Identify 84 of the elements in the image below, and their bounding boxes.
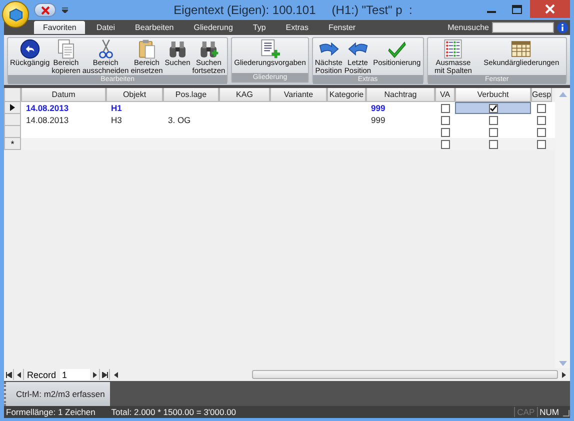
column-header[interactable]: Nachtrag — [366, 88, 435, 102]
checkbox[interactable] — [440, 140, 450, 148]
resize-grip-icon — [561, 408, 570, 416]
column-header[interactable]: Variante — [270, 88, 327, 102]
table-cell: 14.08.2013 — [26, 115, 69, 125]
table-cell: 3. OG — [168, 115, 191, 125]
right-arrow-icon — [319, 42, 338, 56]
checkbox[interactable] — [537, 116, 546, 124]
command-button[interactable]: Ctrl-M: m2/m3 erfassen — [4, 382, 110, 406]
scroll-right-icon[interactable] — [562, 372, 566, 378]
dropdown-icon[interactable] — [62, 7, 68, 13]
search-field[interactable] — [492, 22, 554, 32]
row-selector-header — [4, 88, 21, 102]
table-cell: 14.08.2013 — [26, 103, 69, 113]
info-icon[interactable] — [557, 22, 568, 32]
binoculars-plus-icon — [200, 42, 219, 58]
menu-tab[interactable]: Gliederung — [184, 21, 242, 34]
checkbox[interactable] — [440, 116, 450, 124]
checkbox[interactable] — [488, 104, 498, 112]
column-list-icon — [444, 39, 462, 59]
window-title: Eigentext (Eigen): 100.101 — [174, 3, 316, 17]
column-header[interactable]: Verbucht — [455, 88, 531, 102]
list-plus-icon — [261, 39, 282, 59]
checkbox[interactable] — [537, 104, 546, 112]
column-header[interactable]: Datum — [21, 88, 106, 102]
next-icon — [92, 372, 97, 378]
status-text: Formellänge: 1 Zeichen — [6, 407, 96, 417]
column-header[interactable]: KAG — [219, 88, 270, 102]
checkbox[interactable] — [537, 128, 546, 136]
table-cell: 999 — [371, 115, 386, 125]
scissors-icon — [98, 39, 112, 58]
menu-tab[interactable]: Datei — [87, 21, 124, 34]
current-row-icon — [10, 104, 15, 111]
status-indicator: NUM — [536, 407, 561, 417]
first-record-button[interactable] — [4, 369, 14, 380]
last-icon — [102, 372, 108, 378]
clipboard-icon — [138, 40, 155, 59]
column-header[interactable]: VA — [435, 88, 455, 102]
record-label: Record — [26, 370, 58, 380]
status-indicator: CAP — [514, 407, 537, 417]
close-icon — [40, 6, 50, 14]
undo-icon — [20, 39, 40, 59]
scrollbar-thumb[interactable] — [252, 370, 558, 379]
close-document-button[interactable] — [34, 3, 56, 17]
table-cell: H3 — [111, 115, 122, 125]
close-button[interactable] — [530, 0, 570, 18]
row-selector[interactable] — [4, 102, 21, 114]
window-context: (H1:) "Test" p : — [332, 3, 412, 17]
copy-icon — [58, 39, 74, 59]
checkmark-icon — [388, 42, 406, 58]
new-row-marker: * — [10, 138, 14, 148]
column-header[interactable]: Pos.lage — [163, 88, 219, 102]
checkbox[interactable] — [488, 128, 498, 136]
checkbox[interactable] — [488, 116, 498, 124]
next-record-button[interactable] — [90, 369, 100, 380]
minimize-icon — [486, 11, 496, 13]
record-field[interactable]: 1 — [60, 369, 90, 380]
table-cell: H1 — [111, 103, 122, 113]
last-record-button[interactable] — [100, 369, 110, 380]
close-icon — [545, 4, 555, 14]
table-cell: 999 — [371, 103, 386, 113]
menu-tab[interactable]: Extras — [276, 21, 318, 34]
menu-tab[interactable]: Fenster — [319, 21, 365, 34]
column-header[interactable]: Gesp — [531, 88, 552, 102]
menu-tab[interactable]: Typ — [244, 21, 275, 34]
column-header[interactable]: Objekt — [106, 88, 163, 102]
left-arrow-icon — [348, 42, 368, 56]
binoculars-icon — [169, 42, 186, 58]
app-menu-button[interactable] — [2, 1, 29, 28]
scroll-left-icon[interactable] — [114, 372, 118, 378]
checkbox[interactable] — [440, 104, 450, 112]
row-selector[interactable]: * — [4, 138, 21, 150]
previous-icon — [16, 372, 20, 378]
column-header[interactable]: Kategorie — [327, 88, 366, 102]
checkbox[interactable] — [537, 140, 546, 148]
checkbox[interactable] — [488, 140, 498, 148]
checkbox[interactable] — [440, 128, 450, 136]
table-icon — [512, 41, 531, 57]
maximize-icon — [512, 4, 522, 14]
first-icon — [6, 372, 12, 378]
menu-tab[interactable]: Bearbeiten — [126, 21, 183, 34]
menu-tab[interactable]: Favoriten — [34, 21, 86, 34]
status-text: Total: 2.000 * 1500.00 = 3'000.00 — [111, 407, 236, 417]
search-label: Menusuche — [448, 22, 489, 32]
